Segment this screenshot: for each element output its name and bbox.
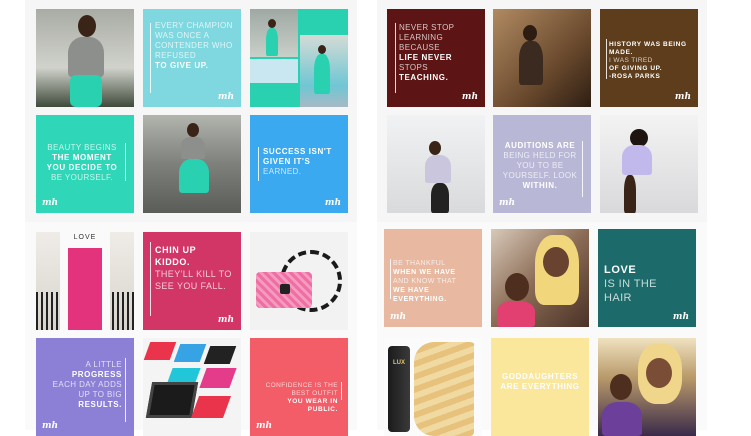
post-quote-little-progress[interactable]: A LITTLE PROGRESS EACH DAY ADDS UP TO BIG R… bbox=[36, 338, 134, 436]
person-legs bbox=[431, 183, 449, 213]
girl-face bbox=[505, 273, 529, 301]
quote-bar bbox=[606, 39, 607, 79]
bag-clasp bbox=[280, 284, 290, 294]
post-quote-never-stop-learning[interactable]: NEVER STOP LEARNING BECAUSE LIFE NEVER STO… bbox=[387, 9, 485, 107]
post-quote-every-champion[interactable]: EVERY CHAMPION WAS ONCE A CONTENDER WHO … bbox=[143, 9, 241, 107]
post-photo-woman-grey-top[interactable] bbox=[36, 9, 134, 107]
post-photo-pink-bag[interactable] bbox=[250, 232, 348, 330]
cover-red-2 bbox=[190, 396, 232, 418]
girl-shirt bbox=[497, 301, 535, 327]
quote-bar bbox=[125, 358, 126, 422]
cover-red bbox=[143, 342, 177, 360]
product-tube bbox=[388, 346, 410, 432]
mh-logo: mh bbox=[499, 198, 516, 208]
collage-photo-3 bbox=[250, 59, 298, 83]
quote-text: CHIN UP KIDDO. THEY'LL KILL TO SEE YOU FA… bbox=[155, 245, 232, 291]
quote-text: CONFIDENCE IS THE BEST OUTFIT YOU WEAR IN… bbox=[265, 382, 338, 413]
person-torso bbox=[181, 137, 205, 159]
post-quote-confidence[interactable]: CONFIDENCE IS THE BEST OUTFIT YOU WEAR IN… bbox=[250, 338, 348, 436]
product-label: LUX bbox=[393, 360, 405, 366]
post-photo-collage[interactable] bbox=[250, 9, 348, 107]
woman-face bbox=[646, 358, 672, 388]
quote-text: NEVER STOP LEARNING BECAUSE LIFE NEVER STO… bbox=[399, 23, 455, 82]
person-skirt bbox=[70, 75, 102, 107]
quote-text: A LITTLE PROGRESS EACH DAY ADDS UP TO BIG R… bbox=[52, 360, 122, 409]
post-quote-success[interactable]: SUCCESS ISN'T GIVEN IT'S EARNED. mh bbox=[250, 115, 348, 213]
collage-person-head bbox=[268, 19, 276, 28]
person-torso bbox=[622, 145, 652, 175]
person-skirt bbox=[179, 159, 209, 193]
mh-logo: mh bbox=[217, 315, 234, 325]
post-quote-be-thankful[interactable]: BE THANKFUL WHEN WE HAVE AND KNOW THAT WE H… bbox=[384, 229, 482, 327]
person-torso bbox=[425, 155, 451, 183]
collage-person-body-2 bbox=[314, 54, 330, 94]
quote-text: BEAUTY BEGINS THE MOMENT YOU DECIDE TO BE … bbox=[46, 143, 118, 182]
quote-bar bbox=[258, 147, 259, 181]
post-quote-love-hair[interactable]: LOVE IS IN THE HAIR mh bbox=[598, 229, 696, 327]
post-quote-chin-up[interactable]: CHIN UP KIDDO. THEY'LL KILL TO SEE YOU FA… bbox=[143, 232, 241, 330]
mh-logo: mh bbox=[217, 92, 234, 102]
post-quote-beauty-begins[interactable]: BEAUTY BEGINS THE MOMENT YOU DECIDE TO BE … bbox=[36, 115, 134, 213]
person-head bbox=[187, 123, 199, 137]
girl-face bbox=[610, 374, 632, 400]
mh-logo: mh bbox=[674, 92, 691, 102]
quote-bar bbox=[341, 382, 342, 400]
person-head bbox=[78, 15, 96, 37]
mh-logo: mh bbox=[390, 312, 407, 322]
girl-shirt bbox=[602, 402, 642, 436]
railing-left bbox=[36, 292, 58, 330]
post-photo-man-dancing[interactable] bbox=[493, 9, 591, 107]
cover-pink bbox=[199, 368, 237, 388]
quote-text: AUDITIONS ARE BEING HELD FOR YOU TO BE YO… bbox=[502, 141, 578, 190]
quote-text: SUCCESS ISN'T GIVEN IT'S EARNED. bbox=[263, 147, 332, 176]
post-quote-rosa-parks[interactable]: HISTORY WAS BEING MADE. I WAS TIRED OF GIV… bbox=[600, 9, 698, 107]
quote-bar bbox=[582, 141, 583, 197]
person-torso bbox=[519, 41, 543, 85]
collage-person-body bbox=[266, 28, 278, 56]
post-photo-pink-door[interactable]: LOVE bbox=[36, 232, 134, 330]
hair-bundle bbox=[414, 342, 474, 436]
person-head bbox=[523, 25, 537, 41]
post-photo-girl-pose[interactable] bbox=[600, 115, 698, 213]
quote-text: HISTORY WAS BEING MADE. I WAS TIRED OF GIV… bbox=[609, 41, 687, 80]
post-photo-mother-daughter[interactable] bbox=[491, 229, 589, 327]
post-photo-hair-product[interactable]: ♡ LUX bbox=[384, 338, 482, 436]
quote-bar bbox=[150, 23, 151, 93]
mh-logo: mh bbox=[461, 92, 478, 102]
mh-logo: mh bbox=[42, 198, 59, 208]
person-torso bbox=[68, 37, 104, 77]
quote-bar bbox=[395, 23, 396, 93]
tablet bbox=[145, 382, 199, 418]
quote-text: EVERY CHAMPION WAS ONCE A CONTENDER WHO … bbox=[155, 21, 233, 70]
door-sign: LOVE bbox=[73, 234, 97, 241]
pink-door bbox=[68, 248, 102, 330]
post-photo-woman-dancing[interactable] bbox=[387, 115, 485, 213]
woman-face bbox=[543, 247, 569, 277]
person-legs bbox=[624, 175, 636, 213]
quote-bar bbox=[125, 143, 126, 181]
post-photo-tablet-covers[interactable] bbox=[143, 338, 241, 436]
quote-bar bbox=[390, 259, 391, 299]
quote-text: BE THANKFUL WHEN WE HAVE AND KNOW THAT WE H… bbox=[393, 260, 457, 303]
mh-logo: mh bbox=[672, 312, 689, 322]
quote-text: LOVE IS IN THE HAIR bbox=[604, 264, 657, 304]
post-quote-auditions[interactable]: AUDITIONS ARE BEING HELD FOR YOU TO BE YO… bbox=[493, 115, 591, 213]
collage-person-head-2 bbox=[318, 45, 326, 54]
post-quote-goddaughters[interactable]: GODDAUGHTERS ARE EVERYTHING bbox=[491, 338, 589, 436]
cover-blue bbox=[173, 344, 207, 362]
mh-logo: mh bbox=[324, 198, 341, 208]
post-photo-two-girls[interactable] bbox=[598, 338, 696, 436]
post-photo-woman-green-skirt[interactable] bbox=[143, 115, 241, 213]
railing-right bbox=[112, 292, 134, 330]
quote-bar bbox=[150, 242, 151, 316]
person-head bbox=[429, 141, 441, 155]
cover-black bbox=[203, 346, 237, 364]
quote-text: GODDAUGHTERS ARE EVERYTHING bbox=[500, 372, 580, 391]
